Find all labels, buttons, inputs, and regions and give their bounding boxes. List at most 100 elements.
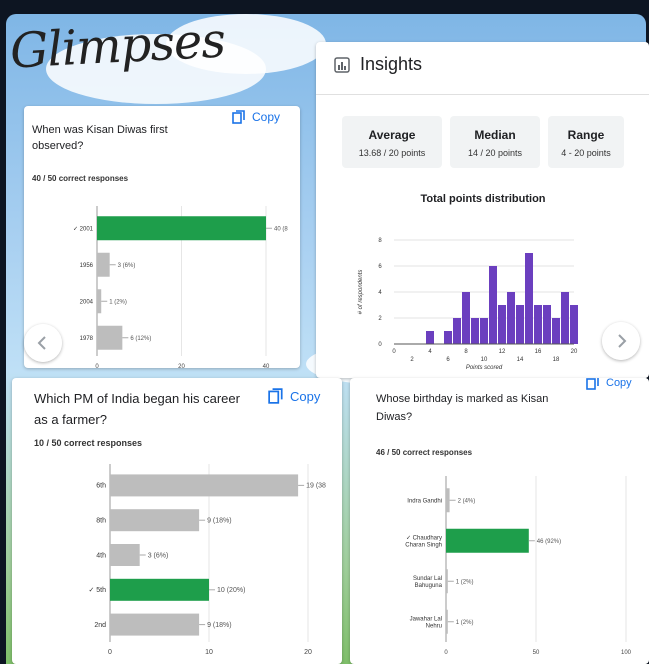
category-label: 6th bbox=[96, 483, 106, 490]
insights-header: Insights bbox=[334, 54, 422, 75]
data-label: 19 (38 bbox=[306, 483, 326, 490]
question-card-kisan-diwas-year: When was Kisan Diwas first observed? Cop… bbox=[24, 106, 300, 368]
previous-slide-button[interactable] bbox=[24, 324, 62, 362]
bar bbox=[446, 569, 448, 594]
x-tick-label: 0 bbox=[392, 349, 396, 355]
bar bbox=[97, 289, 102, 314]
bar bbox=[110, 613, 200, 636]
histogram-bar bbox=[507, 292, 515, 344]
x-tick-label: 4 bbox=[428, 349, 432, 355]
x-tick-label: 20 bbox=[304, 649, 312, 656]
x-tick-label: 40 bbox=[263, 364, 270, 368]
data-label: 2 (4%) bbox=[458, 498, 476, 504]
category-label: 8th bbox=[96, 518, 106, 525]
x-tick-label: 2 bbox=[410, 357, 414, 363]
x-tick-label: 0 bbox=[95, 364, 99, 368]
responses-bar-chart: 0 20 40 ✓ 2001 40 (8 1956 3 (6%) 2004 1 (2%) 1978… bbox=[73, 206, 288, 368]
data-label: 46 (92%) bbox=[537, 539, 561, 545]
stat-label: Average bbox=[368, 128, 416, 142]
histogram-bar bbox=[462, 292, 470, 344]
x-tick-label: 20 bbox=[571, 349, 578, 355]
bar bbox=[446, 488, 450, 513]
histogram-bar bbox=[453, 318, 461, 344]
y-axis-label: # of respondents bbox=[358, 270, 364, 315]
histogram-bar bbox=[525, 253, 533, 344]
category-label: 1978 bbox=[80, 336, 94, 342]
x-tick-label: 50 bbox=[533, 650, 540, 656]
question-card-birthday: Whose birthday is marked as Kisan Diwas?… bbox=[350, 378, 649, 664]
bar bbox=[110, 474, 299, 497]
slide: Glimpses When was Kisan Diwas first obse… bbox=[0, 0, 649, 664]
histogram-bar bbox=[570, 305, 578, 344]
category-label: ✓ 5th bbox=[88, 587, 106, 594]
histogram-bar bbox=[426, 331, 434, 344]
copy-button[interactable]: Copy bbox=[268, 388, 320, 404]
bar bbox=[110, 509, 200, 532]
correct-responses: 40 / 50 correct responses bbox=[32, 174, 129, 183]
question-card-pm-farmer: Which PM of India began his career as a … bbox=[12, 378, 342, 664]
correct-responses: 46 / 50 correct responses bbox=[376, 448, 473, 457]
y-tick-label: 4 bbox=[378, 290, 382, 296]
y-tick-label: 8 bbox=[378, 238, 382, 244]
category-label: 4th bbox=[96, 552, 106, 559]
data-label: 9 (18%) bbox=[207, 518, 232, 525]
stat-value: 14 / 20 points bbox=[467, 148, 523, 158]
histogram-bar bbox=[444, 331, 452, 344]
x-tick-label: 0 bbox=[444, 650, 448, 656]
stat-value: 13.68 / 20 points bbox=[358, 148, 426, 158]
bar bbox=[110, 578, 209, 601]
data-label: 1 (2%) bbox=[109, 299, 127, 305]
data-label: 10 (20%) bbox=[217, 587, 245, 594]
question-title: Which PM of India began his career as a … bbox=[34, 391, 240, 427]
divider bbox=[316, 94, 649, 95]
category-label: Jawahar Lal bbox=[410, 616, 442, 622]
bar bbox=[446, 609, 448, 634]
insights-title: Insights bbox=[360, 54, 423, 74]
histogram-bar bbox=[543, 305, 551, 344]
data-label: 9 (18%) bbox=[207, 622, 232, 629]
category-label: 2004 bbox=[80, 299, 94, 305]
copy-button[interactable]: Copy bbox=[586, 378, 632, 390]
data-label: 1 (2%) bbox=[456, 579, 474, 585]
copy-button[interactable]: Copy bbox=[232, 110, 280, 124]
x-tick-label: 12 bbox=[499, 349, 506, 355]
next-slide-button[interactable] bbox=[602, 322, 640, 360]
points-histogram: Total points distribution 0 2 4 6 8 0 4 8 12 16 20 2… bbox=[358, 193, 578, 371]
x-tick-label: 18 bbox=[553, 357, 560, 363]
category-label: Sundar Lal bbox=[413, 576, 442, 582]
x-axis-label: Points scored bbox=[466, 365, 503, 371]
bar bbox=[97, 216, 266, 241]
question-title: When was Kisan Diwas first observed? bbox=[32, 124, 168, 152]
x-tick-label: 100 bbox=[621, 650, 632, 656]
page-title: Glimpses bbox=[8, 12, 227, 80]
data-label: 40 (8 bbox=[274, 226, 288, 232]
category-label: ✓ Chaudhary bbox=[406, 535, 442, 541]
x-tick-label: 10 bbox=[205, 649, 213, 656]
stat-value: 4 - 20 points bbox=[561, 148, 611, 158]
y-tick-label: 6 bbox=[378, 264, 382, 270]
category-label: Charan Singh bbox=[405, 542, 442, 548]
stat-average: Average 13.68 / 20 points bbox=[342, 116, 442, 168]
bar bbox=[446, 528, 529, 553]
histogram-bar bbox=[471, 318, 479, 344]
insights-card: Insights Average 13.68 / 20 points Media… bbox=[316, 42, 649, 378]
bar bbox=[110, 544, 140, 566]
question-title: Whose birthday is marked as Kisan Diwas? bbox=[376, 393, 549, 423]
category-label: Bahuguna bbox=[415, 583, 443, 589]
category-label: ✓ 2001 bbox=[73, 226, 94, 232]
data-label: 1 (2%) bbox=[456, 620, 474, 626]
histogram-bar bbox=[498, 305, 506, 344]
category-label: Indra Gandhi bbox=[407, 498, 442, 504]
histogram-bar bbox=[552, 318, 560, 344]
insights-icon bbox=[334, 56, 350, 73]
data-label: 3 (6%) bbox=[148, 552, 169, 559]
responses-bar-chart: 0 50 100 Indra Gandhi 2 (4%) ✓ ChaudharyChara… bbox=[405, 476, 632, 656]
x-tick-label: 0 bbox=[108, 649, 112, 656]
responses-bar-chart: 0 10 20 6th 19 (38 8th 9 (18%) 4th 3 (6%) ✓ 5th 10… bbox=[88, 464, 326, 656]
histogram-bar bbox=[516, 305, 524, 344]
y-tick-label: 0 bbox=[378, 342, 382, 348]
histogram-bar bbox=[480, 318, 488, 344]
bar bbox=[97, 325, 123, 350]
histogram-bar bbox=[489, 266, 497, 344]
stat-label: Median bbox=[474, 128, 516, 142]
